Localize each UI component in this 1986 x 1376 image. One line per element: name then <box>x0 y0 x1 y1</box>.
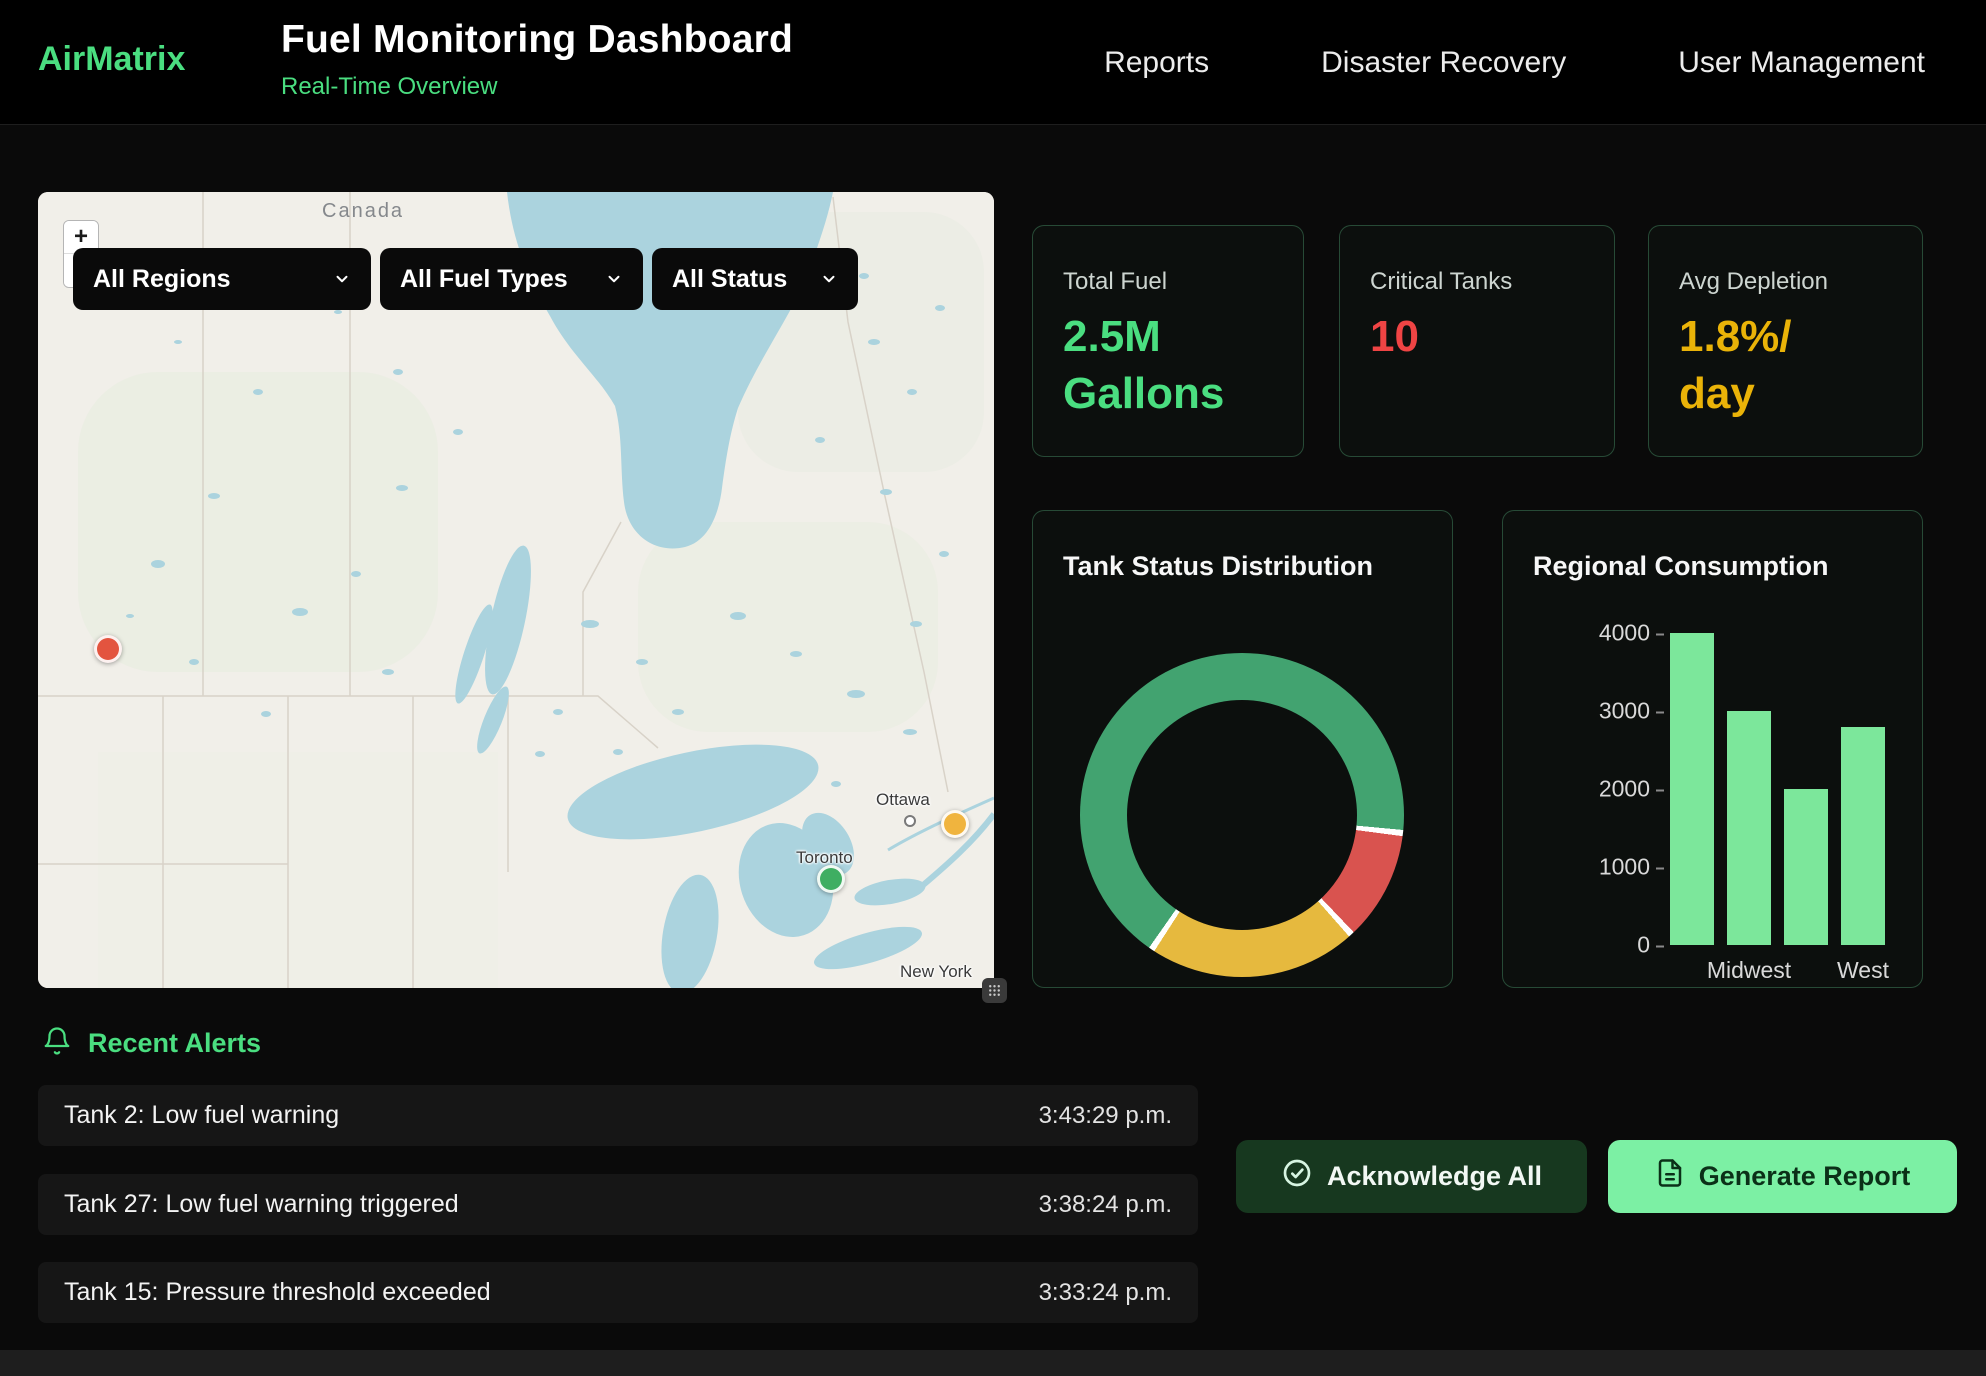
y-axis-tick: 3000 <box>1503 698 1664 725</box>
map-label-toronto: Toronto <box>796 848 853 868</box>
alert-row[interactable]: Tank 2: Low fuel warning 3:43:29 p.m. <box>38 1085 1198 1146</box>
alerts-section: Recent Alerts Tank 2: Low fuel warning 3… <box>0 988 1986 1350</box>
filter-status-label: All Status <box>672 265 787 294</box>
y-axis-tick: 1000 <box>1503 854 1664 881</box>
filter-regions-select[interactable]: All Regions <box>73 248 371 310</box>
city-dot <box>904 815 916 827</box>
stat-card-avg-depletion: Avg Depletion 1.8%/ day <box>1648 225 1923 457</box>
stat-value: 1.8%/ day <box>1679 308 1879 422</box>
chevron-down-icon <box>820 270 838 288</box>
acknowledge-all-button[interactable]: Acknowledge All <box>1236 1140 1587 1213</box>
donut-hole <box>1127 700 1357 930</box>
resize-grip-icon[interactable] <box>982 978 1007 1003</box>
alerts-heading: Recent Alerts <box>88 1028 261 1059</box>
document-icon <box>1655 1158 1685 1195</box>
tank-marker-warning[interactable] <box>941 810 969 838</box>
alert-row[interactable]: Tank 15: Pressure threshold exceeded 3:3… <box>38 1262 1198 1323</box>
page-subtitle: Real-Time Overview <box>281 73 793 101</box>
stat-card-critical-tanks: Critical Tanks 10 <box>1339 225 1615 457</box>
acknowledge-all-label: Acknowledge All <box>1327 1161 1542 1192</box>
map-label-new-york: New York <box>900 962 972 982</box>
filter-fuel-types-label: All Fuel Types <box>400 265 568 294</box>
map-label-ottawa: Ottawa <box>876 790 930 810</box>
chevron-down-icon <box>333 270 351 288</box>
alert-time: 3:33:24 p.m. <box>1039 1279 1172 1307</box>
bar-segment <box>1784 789 1828 945</box>
bar-segment <box>1841 727 1885 945</box>
x-axis-label: West <box>1837 957 1889 984</box>
donut-chart <box>1080 653 1404 977</box>
alert-time: 3:38:24 p.m. <box>1039 1191 1172 1219</box>
stat-label: Avg Depletion <box>1679 268 1828 296</box>
page-title: Fuel Monitoring Dashboard <box>281 18 793 62</box>
chevron-down-icon <box>605 270 623 288</box>
tank-marker-critical[interactable] <box>94 635 122 663</box>
bar-segment <box>1727 711 1771 945</box>
alerts-header: Recent Alerts <box>42 1026 261 1061</box>
filter-regions-label: All Regions <box>93 265 231 294</box>
map-label-canada: Canada <box>322 200 404 223</box>
y-axis-tick: 0 <box>1503 932 1664 959</box>
map-filters: All Regions All Fuel Types All Status <box>73 248 858 310</box>
alert-row[interactable]: Tank 27: Low fuel warning triggered 3:38… <box>38 1174 1198 1235</box>
nav-reports[interactable]: Reports <box>1104 46 1209 80</box>
bottom-bar <box>0 1350 1986 1376</box>
alert-text: Tank 15: Pressure threshold exceeded <box>64 1278 491 1307</box>
top-nav: Reports Disaster Recovery User Managemen… <box>1104 0 1925 125</box>
brand-logo: AirMatrix <box>38 40 185 79</box>
nav-user-management[interactable]: User Management <box>1678 46 1925 80</box>
generate-report-label: Generate Report <box>1699 1161 1911 1192</box>
alerts-actions: Acknowledge All Generate Report <box>1236 1140 1957 1213</box>
map-canvas[interactable] <box>38 192 994 988</box>
y-axis-tick: 2000 <box>1503 776 1664 803</box>
regional-consumption-card: Regional Consumption 40003000200010000Mi… <box>1502 510 1923 988</box>
title-block: Fuel Monitoring Dashboard Real-Time Over… <box>281 18 793 101</box>
map-panel[interactable]: + − All Regions All Fuel Types All Statu… <box>38 192 994 988</box>
filter-fuel-types-select[interactable]: All Fuel Types <box>380 248 643 310</box>
stat-label: Total Fuel <box>1063 268 1167 296</box>
stat-card-total-fuel: Total Fuel 2.5M Gallons <box>1032 225 1304 457</box>
y-axis-tick: 4000 <box>1503 620 1664 647</box>
nav-disaster-recovery[interactable]: Disaster Recovery <box>1321 46 1566 80</box>
alert-time: 3:43:29 p.m. <box>1039 1102 1172 1130</box>
stat-label: Critical Tanks <box>1370 268 1512 296</box>
alert-text: Tank 27: Low fuel warning triggered <box>64 1190 459 1219</box>
alert-text: Tank 2: Low fuel warning <box>64 1101 339 1130</box>
check-circle-icon <box>1281 1157 1313 1196</box>
stat-value: 10 <box>1370 308 1419 365</box>
tank-status-card: Tank Status Distribution <box>1032 510 1453 988</box>
tank-marker-normal[interactable] <box>817 865 845 893</box>
generate-report-button[interactable]: Generate Report <box>1608 1140 1957 1213</box>
bar-chart: 4000 3000 2000 1000 0 Midwest West <box>1503 511 1922 987</box>
bar-segment <box>1670 633 1714 945</box>
donut-chart-title: Tank Status Distribution <box>1063 551 1373 582</box>
x-axis-label: Midwest <box>1707 957 1791 984</box>
filter-status-select[interactable]: All Status <box>652 248 858 310</box>
app-root: AirMatrix Fuel Monitoring Dashboard Real… <box>0 0 1986 1376</box>
app-header: AirMatrix Fuel Monitoring Dashboard Real… <box>0 0 1986 125</box>
bell-icon <box>42 1026 72 1061</box>
stat-value: 2.5M Gallons <box>1063 308 1263 422</box>
